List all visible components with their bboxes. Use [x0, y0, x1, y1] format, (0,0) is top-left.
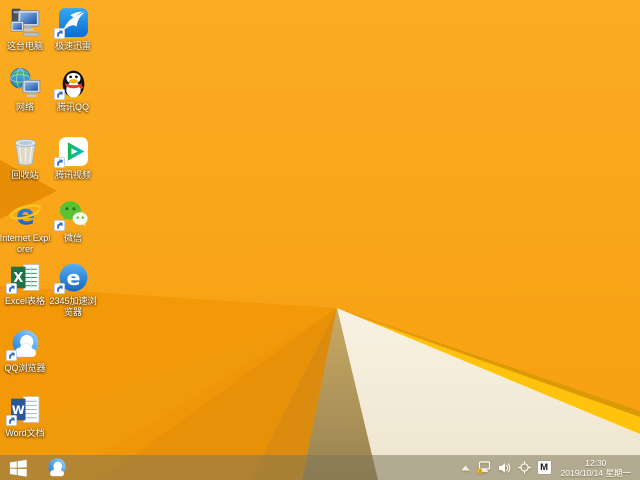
desktop-icon-label: 微信 [63, 233, 82, 243]
shortcut-arrow-icon [6, 350, 17, 361]
excel-icon: X [6, 260, 42, 294]
desktop-icon-label: Internet Explorer [0, 233, 51, 254]
taskbar-clock[interactable]: 12:30 2019/10/14 星期一 [558, 458, 634, 478]
internet-explorer-icon: e [8, 197, 42, 231]
desktop-icon-network[interactable]: 网络 [0, 66, 51, 113]
desktop-icon-label: Excel表格 [4, 296, 45, 306]
desktop-icon-xunlei-speed[interactable]: 极速迅雷 [47, 5, 99, 52]
system-tray: ! M 12:30 2019/10/14 星期一 [461, 458, 640, 478]
desktop-icon-label: 腾讯QQ [56, 102, 89, 112]
taskbar: ! M 12:30 2019/10/14 星期一 [0, 455, 640, 480]
start-button[interactable] [0, 455, 36, 480]
shortcut-arrow-icon [6, 283, 17, 294]
windows-logo-icon [9, 459, 27, 477]
show-hidden-icons-button[interactable] [461, 465, 470, 471]
desktop-icon-label: Word文档 [5, 428, 45, 438]
desktop-icon-label: 回收站 [11, 170, 39, 180]
tencent-video-play-icon [54, 134, 90, 168]
shortcut-arrow-icon [54, 157, 65, 168]
svg-text:!: ! [479, 469, 481, 474]
ime-indicator[interactable]: M [537, 461, 551, 474]
desktop-icon-internet-explorer[interactable]: e Internet Explorer [0, 197, 51, 254]
safely-remove-hardware-icon[interactable] [517, 461, 531, 474]
desktop-icon-tencent-video[interactable]: 腾讯视频 [47, 134, 99, 181]
desktop-icon-label: 腾讯视频 [54, 170, 91, 180]
desktop: { "desktop": { "icons": [ {"name": "this… [0, 0, 640, 480]
volume-icon[interactable] [498, 462, 511, 474]
desktop-icon-label: QQ浏览器 [4, 363, 46, 373]
desktop-icon-recycle-bin[interactable]: 回收站 [0, 134, 51, 181]
desktop-icon-label: 这台电脑 [6, 41, 43, 51]
qq-browser-icon [6, 327, 42, 361]
svg-text:e: e [66, 266, 80, 290]
shortcut-arrow-icon [54, 28, 65, 39]
shortcut-arrow-icon [6, 415, 17, 426]
wechat-bubbles-icon [54, 197, 90, 231]
desktop-icon-label: 网络 [15, 102, 34, 112]
word-icon: W [6, 392, 42, 426]
clock-time: 12:30 [585, 457, 607, 468]
network-status-icon[interactable]: ! [476, 461, 491, 474]
shortcut-arrow-icon [54, 283, 65, 294]
desktop-icon-tencent-qq[interactable]: 腾讯QQ [47, 66, 99, 113]
qq-penguin-icon [54, 66, 90, 100]
desktop-icon-wechat[interactable]: 微信 [47, 197, 99, 244]
chevron-up-icon [461, 465, 470, 470]
taskbar-qq-browser-button[interactable] [40, 455, 74, 480]
qq-browser-icon [48, 457, 66, 476]
2345-browser-icon: e [54, 260, 90, 294]
desktop-icon-label: 2345加速浏览器 [49, 296, 97, 317]
desktop-icon-excel[interactable]: X Excel表格 [0, 260, 51, 307]
shortcut-arrow-icon [54, 89, 65, 100]
desktop-icon-2345-browser[interactable]: e 2345加速浏览器 [47, 260, 99, 317]
this-pc-icon [8, 5, 42, 39]
desktop-icon-word[interactable]: W Word文档 [0, 392, 51, 439]
desktop-icon-this-pc[interactable]: 这台电脑 [0, 5, 51, 52]
shortcut-arrow-icon [54, 220, 65, 231]
desktop-icon-qq-browser[interactable]: QQ浏览器 [0, 327, 51, 374]
network-globe-icon [8, 66, 42, 100]
recycle-bin-icon [8, 134, 42, 168]
xunlei-bird-icon [54, 5, 90, 39]
clock-date: 2019/10/14 星期一 [560, 467, 631, 478]
desktop-icon-label: 极速迅雷 [54, 41, 91, 51]
